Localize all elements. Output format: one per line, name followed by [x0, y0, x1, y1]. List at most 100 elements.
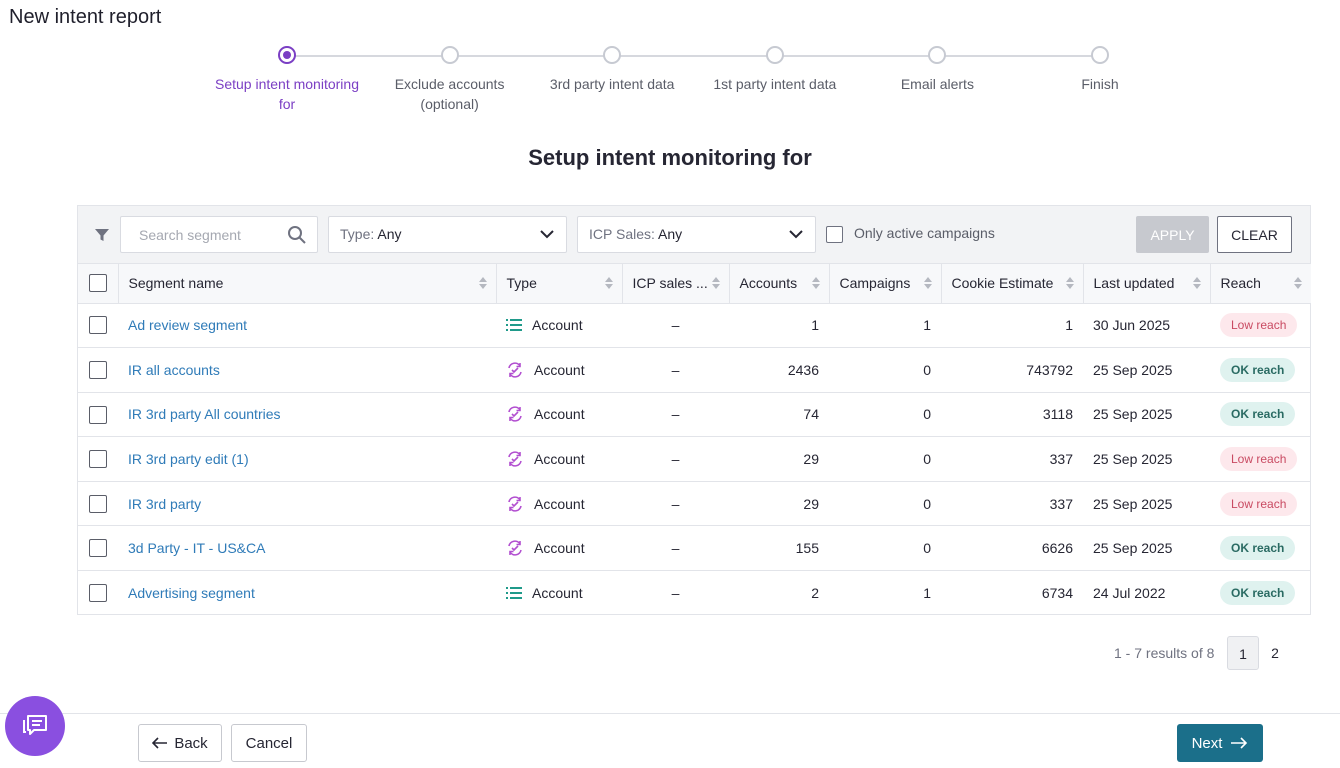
table-row[interactable]: Advertising segment Account – 2 1 6734 2… [78, 571, 1311, 616]
sync-icon [508, 451, 522, 467]
only-active-label: Only active campaigns [854, 225, 995, 241]
reach-badge: OK reach [1220, 402, 1296, 427]
column-header-reach[interactable]: Reach [1209, 264, 1311, 304]
segment-link[interactable]: IR 3rd party edit (1) [128, 451, 249, 467]
step-setup[interactable]: Setup intent monitoring for [206, 44, 368, 114]
row-checkbox[interactable] [89, 584, 107, 603]
page-title: New intent report [9, 6, 162, 28]
type-cell: Account [496, 303, 622, 349]
sort-icon[interactable] [478, 277, 487, 289]
sort-icon[interactable] [604, 277, 613, 289]
type-select[interactable]: Type: Any [328, 216, 567, 253]
cookie-estimate-cell: 6734 [1041, 585, 1073, 602]
sort-icon[interactable] [711, 277, 720, 289]
segment-name-cell: Ad review segment [118, 303, 496, 349]
row-select-cell [78, 571, 118, 616]
cookie-estimate-cell: 337 [941, 436, 1083, 482]
step-label: Finish [1081, 76, 1119, 92]
accounts-cell: 2436 [729, 347, 829, 393]
row-checkbox[interactable] [89, 494, 107, 513]
type-label: Account [534, 361, 585, 378]
segment-link[interactable]: 3d Party - IT - US&CA [128, 540, 265, 556]
column-header-label: Last updated [1093, 275, 1175, 292]
chat-button[interactable] [5, 696, 65, 756]
step-dot [1091, 46, 1109, 64]
last-updated-cell: 24 Jul 2022 [1093, 585, 1166, 602]
sort-icon[interactable] [811, 277, 820, 289]
table-row[interactable]: Ad review segment Account – 1 1 1 30 Jun… [78, 303, 1311, 349]
table-row[interactable]: 3d Party - IT - US&CA Account – 155 0 66… [78, 525, 1311, 572]
column-header-label: Reach [1220, 275, 1261, 292]
select-all-cell [78, 264, 118, 304]
step-finish[interactable]: Finish [1019, 44, 1181, 94]
campaigns-cell: 0 [829, 347, 941, 393]
segment-link[interactable]: IR 3rd party [128, 496, 201, 512]
search-field[interactable] [120, 216, 318, 253]
last-updated-cell: 25 Sep 2025 [1083, 436, 1210, 482]
cancel-button[interactable]: Cancel [231, 724, 307, 762]
segment-link[interactable]: Ad review segment [128, 317, 247, 333]
apply-button[interactable]: APPLY [1136, 216, 1209, 253]
column-header-type[interactable]: Type [495, 264, 622, 304]
segment-link[interactable]: IR 3rd party All countries [128, 406, 281, 422]
table-row[interactable]: IR 3rd party edit (1) Account – 29 0 337… [78, 436, 1311, 482]
segment-link[interactable]: IR all accounts [128, 362, 220, 378]
icp-sales-select[interactable]: ICP Sales: Any [577, 216, 816, 253]
last-updated-cell: 30 Jun 2025 [1083, 303, 1210, 349]
sync-icon [508, 406, 522, 423]
step-exclude-accounts[interactable]: Exclude accounts (optional) [369, 44, 531, 114]
segment-link[interactable]: Advertising segment [128, 585, 255, 601]
table-row[interactable]: IR 3rd party All countries Account – 74 … [78, 392, 1311, 438]
column-header-last-updated[interactable]: Last updated [1082, 264, 1210, 304]
clear-button[interactable]: CLEAR [1217, 216, 1292, 253]
step-email-alerts[interactable]: Email alerts [856, 44, 1018, 94]
column-header-segment-name[interactable]: Segment name [117, 264, 496, 304]
cookie-estimate-cell: 6626 [941, 525, 1083, 572]
next-button-label: Next [1191, 734, 1223, 752]
row-checkbox[interactable] [89, 450, 107, 469]
row-checkbox[interactable] [89, 405, 107, 424]
reach-cell: Low reach [1210, 481, 1311, 527]
campaigns-cell: 0 [829, 481, 941, 527]
accounts-cell: 29 [729, 481, 829, 527]
step-1st-party-intent[interactable]: 1st party intent data [694, 44, 856, 94]
search-input[interactable] [137, 217, 287, 252]
type-label: Account [534, 495, 585, 512]
sort-icon[interactable] [1192, 277, 1201, 289]
reach-badge: OK reach [1220, 536, 1296, 561]
step-3rd-party-intent[interactable]: 3rd party intent data [531, 44, 693, 94]
cookie-estimate-cell: 1 [941, 303, 1083, 349]
sort-icon[interactable] [1294, 277, 1302, 289]
next-button[interactable]: Next [1177, 724, 1263, 762]
sort-icon[interactable] [923, 277, 932, 289]
sync-icon [508, 540, 522, 556]
campaigns-cell: 1 [923, 585, 931, 602]
table-row[interactable]: IR 3rd party Account – 29 0 337 25 Sep 2… [78, 481, 1311, 527]
table-row[interactable]: IR all accounts Account – 2436 0 743792 … [78, 347, 1311, 393]
column-header-label: Accounts [739, 275, 798, 292]
page-button-1[interactable]: 1 [1227, 636, 1259, 670]
row-checkbox[interactable] [89, 361, 107, 380]
column-header-cookie-estimate[interactable]: Cookie Estimate [940, 264, 1083, 304]
step-dot-active [278, 46, 296, 64]
row-select-cell [78, 303, 118, 349]
back-button[interactable]: Back [138, 724, 222, 762]
column-header-campaigns[interactable]: Campaigns [828, 264, 941, 304]
row-checkbox[interactable] [89, 316, 107, 335]
search-icon[interactable] [287, 225, 307, 245]
page-button-2[interactable]: 2 [1259, 636, 1291, 670]
select-all-checkbox[interactable] [88, 274, 107, 293]
sort-icon[interactable] [1065, 277, 1074, 289]
row-select-cell [78, 481, 118, 527]
arrow-left-icon [152, 737, 168, 749]
only-active-checkbox[interactable] [826, 226, 843, 243]
column-header-icp-sales[interactable]: ICP sales ... [621, 264, 729, 304]
segments-table: Segment name Type ICP sales ... Accounts… [78, 264, 1311, 615]
column-header-label: Cookie Estimate [951, 275, 1054, 292]
type-cell: Account [496, 392, 622, 438]
row-select-cell [78, 392, 118, 438]
row-checkbox[interactable] [89, 539, 107, 558]
column-header-label: ICP sales ... [632, 275, 708, 292]
step-dot [440, 46, 459, 64]
column-header-accounts[interactable]: Accounts [728, 264, 829, 304]
